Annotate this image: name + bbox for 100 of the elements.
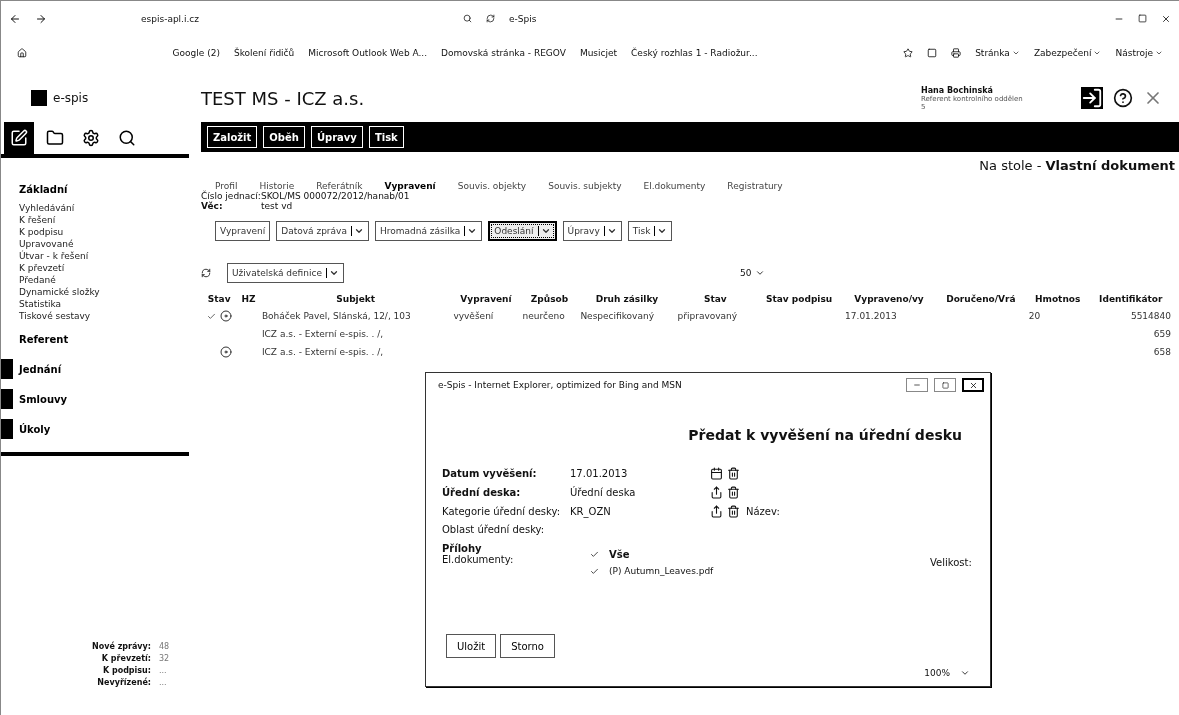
- column-header[interactable]: HZ: [237, 291, 260, 307]
- detail-tab[interactable]: Historie: [259, 181, 295, 191]
- form-label: Oblast úřední desky:: [442, 524, 546, 535]
- nav-item[interactable]: Dynamické složky: [1, 286, 189, 298]
- nav-item[interactable]: Tiskové sestavy: [1, 310, 189, 322]
- action-button[interactable]: Odeslání: [488, 221, 557, 241]
- home-icon[interactable]: [17, 48, 27, 58]
- dialog-button[interactable]: Uložit: [446, 634, 497, 658]
- dropdown-icon[interactable]: [1155, 49, 1163, 57]
- dialog-button[interactable]: Storno: [500, 634, 555, 658]
- close-icon[interactable]: [1161, 13, 1171, 24]
- search-icon[interactable]: [463, 14, 472, 23]
- column-header[interactable]: Způsob: [520, 291, 579, 307]
- form-label: Datum vyvěšení:: [442, 468, 538, 479]
- nav-item[interactable]: Vyhledávání: [1, 202, 189, 214]
- table-cell: neurčeno: [522, 311, 565, 321]
- command-menu[interactable]: Nástroje: [1115, 48, 1153, 58]
- toolbar-button[interactable]: Založit: [207, 126, 258, 148]
- trash-icon[interactable]: [727, 505, 740, 518]
- section-heading[interactable]: Úkoly: [19, 423, 51, 435]
- toolbar-button[interactable]: Úpravy: [310, 126, 363, 148]
- favorite-link[interactable]: Musicjet: [579, 48, 618, 58]
- close-button[interactable]: [962, 378, 984, 392]
- dropdown-icon[interactable]: [1011, 49, 1020, 57]
- nav-item[interactable]: Statistika: [1, 298, 189, 310]
- section-heading[interactable]: Základní: [19, 183, 68, 195]
- column-header[interactable]: Doručeno/Vrá: [934, 291, 1027, 307]
- browser-tab[interactable]: e-Spis: [509, 13, 537, 24]
- section-heading[interactable]: Smlouvy: [19, 393, 68, 405]
- nav-item[interactable]: K řešení: [1, 214, 189, 226]
- section-heading[interactable]: Jednání: [19, 363, 62, 375]
- trash-icon[interactable]: [727, 467, 740, 480]
- favorite-link[interactable]: Český rozhlas 1 - Radiožur...: [631, 48, 758, 58]
- column-header[interactable]: Druh zásilky: [578, 291, 676, 307]
- command-menu[interactable]: Stránka: [975, 48, 1010, 58]
- refresh-icon[interactable]: [486, 14, 495, 23]
- counter-label: Nové zprávy:: [91, 642, 151, 651]
- table-cell: 659: [1153, 329, 1171, 339]
- dropdown-icon: [657, 226, 668, 236]
- action-button[interactable]: Úpravy: [562, 221, 622, 241]
- column-header[interactable]: Hmotnos: [1026, 291, 1089, 307]
- nav-item[interactable]: Upravované: [1, 238, 189, 250]
- dialog-title: e-Spis - Internet Explorer, optimized for Bing and MSN: [438, 380, 682, 390]
- attachment-name: Vše: [609, 549, 630, 560]
- star-icon[interactable]: [903, 48, 914, 58]
- dropdown-icon[interactable]: [1093, 49, 1102, 57]
- favorite-link[interactable]: Microsoft Outlook Web A...: [308, 48, 428, 58]
- detail-tab[interactable]: Referátník: [316, 181, 363, 191]
- column-header[interactable]: Subjekt: [259, 291, 452, 307]
- toolbar-button[interactable]: Tisk: [368, 126, 404, 148]
- refresh-icon[interactable]: [201, 268, 211, 278]
- toolbar-button[interactable]: Oběh: [263, 126, 305, 148]
- nav-item[interactable]: Předané: [1, 274, 189, 286]
- detail-tab[interactable]: Souvis. subjekty: [548, 181, 622, 191]
- favorite-link[interactable]: Google (2): [172, 48, 220, 58]
- edit-tab[interactable]: [4, 122, 34, 154]
- section-heading[interactable]: Referent: [19, 333, 69, 345]
- table-cell: 17.01.2013: [845, 311, 897, 321]
- favorite-link[interactable]: Domovská stránka - REGOV: [441, 48, 566, 58]
- print-icon[interactable]: [951, 48, 962, 58]
- dropdown-icon[interactable]: [755, 268, 766, 278]
- detail-tab[interactable]: Registratury: [727, 181, 783, 191]
- maximize-icon[interactable]: [1138, 14, 1147, 23]
- trash-icon[interactable]: [727, 486, 740, 499]
- forward-icon[interactable]: [35, 12, 47, 25]
- counter-value: ...: [159, 678, 168, 687]
- nav-item[interactable]: Útvar - k řešení: [1, 250, 189, 262]
- check-icon[interactable]: [590, 566, 599, 576]
- command-menu[interactable]: Zabezpečení: [1033, 48, 1092, 58]
- address-field[interactable]: espis-apl.i.cz: [141, 13, 199, 24]
- zoom-level[interactable]: 100%: [924, 668, 950, 678]
- detail-tab[interactable]: El.dokumenty: [643, 181, 706, 191]
- help-icon[interactable]: [1113, 88, 1133, 108]
- nav-item[interactable]: K převzetí: [1, 262, 189, 274]
- counter-label: K převzetí:: [100, 654, 151, 663]
- page-size[interactable]: 50: [739, 268, 752, 278]
- column-header[interactable]: Identifikátor: [1088, 291, 1173, 307]
- minimize-button[interactable]: [906, 378, 928, 392]
- action-button[interactable]: Vypravení: [215, 221, 271, 241]
- column-header[interactable]: Vypravení: [451, 291, 521, 307]
- column-header[interactable]: Stav: [675, 291, 756, 307]
- detail-tab[interactable]: Profil: [215, 181, 238, 191]
- detail-tab[interactable]: Souvis. objekty: [457, 181, 527, 191]
- check-icon[interactable]: [590, 550, 599, 559]
- action-button[interactable]: Tisk: [627, 221, 673, 241]
- calendar-icon[interactable]: [710, 467, 723, 480]
- nav-item[interactable]: K podpisu: [1, 226, 189, 238]
- dropdown-icon[interactable]: [960, 668, 970, 678]
- column-header[interactable]: Stav podpisu: [755, 291, 844, 307]
- action-button[interactable]: Datová zpráva: [276, 221, 369, 241]
- detail-tab[interactable]: Vypravení: [384, 181, 436, 191]
- filter-dropdown[interactable]: Uživatelská definice: [227, 263, 344, 283]
- action-button[interactable]: Hromadná zásilka: [374, 221, 483, 241]
- column-header[interactable]: Stav: [201, 291, 238, 307]
- maximize-button[interactable]: [934, 378, 956, 392]
- column-header[interactable]: Vypraveno/vy: [843, 291, 935, 307]
- user-name: Hana Bochinská: [921, 85, 994, 95]
- favorite-link[interactable]: Školení řidičů: [233, 48, 295, 58]
- back-icon[interactable]: [9, 12, 21, 25]
- logout-icon[interactable]: [1081, 87, 1103, 109]
